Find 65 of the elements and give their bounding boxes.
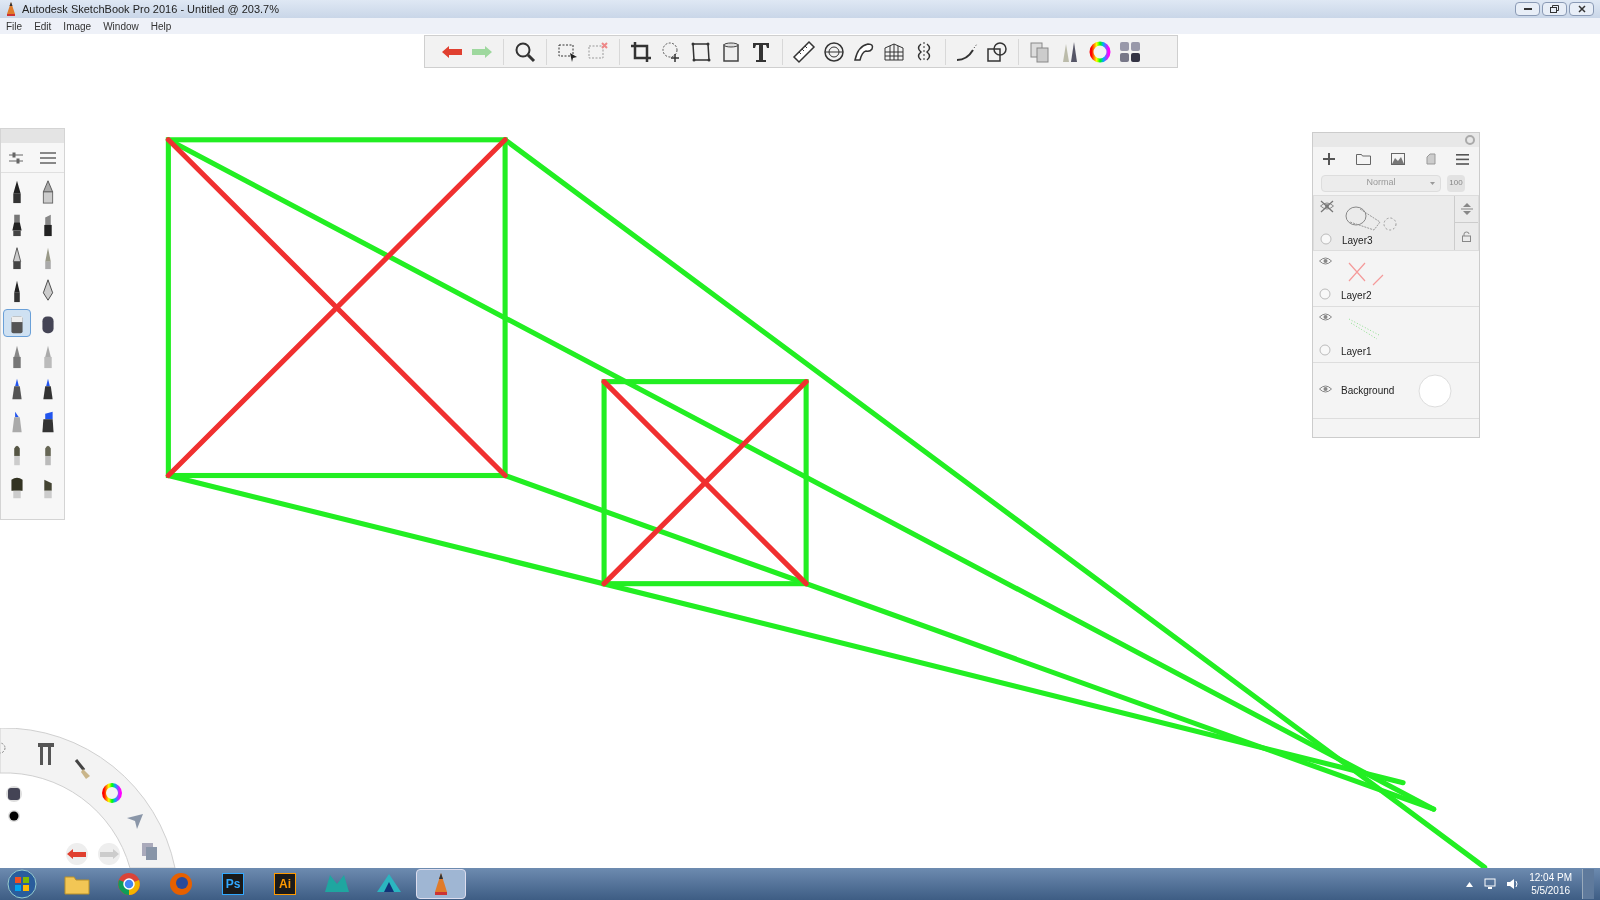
tray-arrow-icon[interactable] (1466, 881, 1474, 887)
brush-tool[interactable] (3, 309, 32, 337)
menu-item[interactable]: Image (63, 18, 92, 34)
grid-icon[interactable] (1118, 39, 1142, 64)
ruler-icon[interactable] (792, 39, 816, 64)
ellipse-guide-icon[interactable] (822, 39, 846, 64)
clock[interactable]: 12:04 PM 5/5/2016 (1529, 871, 1572, 897)
restore-icon (1550, 5, 1559, 13)
minimize-button[interactable] (1515, 2, 1540, 16)
radio-icon[interactable] (1320, 233, 1332, 245)
eye-icon[interactable] (1319, 257, 1332, 265)
network-icon[interactable] (1483, 877, 1498, 891)
layer-name: Layer1 (1341, 345, 1372, 359)
add-icon[interactable] (1323, 153, 1335, 165)
move-arrows-icon[interactable] (1460, 203, 1473, 215)
background-swatch[interactable] (1418, 374, 1452, 408)
shapes-icon[interactable] (985, 39, 1009, 64)
menu-item[interactable]: Help (150, 18, 172, 34)
layer-name: Background (1341, 384, 1395, 398)
layer-row[interactable]: Layer3 (1313, 195, 1479, 251)
taskbar-button[interactable] (416, 869, 466, 899)
radio-icon[interactable] (1319, 344, 1331, 356)
folder-icon[interactable] (1355, 153, 1371, 165)
pencil-icon (434, 872, 448, 896)
eye-icon[interactable] (1319, 313, 1332, 321)
close-icon (1577, 5, 1586, 13)
crop-icon[interactable] (629, 39, 653, 64)
menu-icon[interactable] (39, 151, 56, 164)
clock-date: 5/5/2016 (1531, 884, 1571, 897)
minimize-icon (1523, 7, 1532, 11)
taskbar-button[interactable]: Ai (260, 869, 310, 899)
app-logo-icon: Ps (222, 873, 244, 895)
pages-icon[interactable] (142, 843, 158, 861)
image-icon[interactable] (1391, 153, 1405, 165)
pencil-icon (6, 2, 16, 16)
color-wheel-icon[interactable] (1088, 39, 1112, 64)
menu-item[interactable]: Edit (34, 18, 52, 34)
chrome-icon (117, 872, 141, 896)
layer-name: Layer2 (1341, 289, 1372, 303)
radio-icon[interactable] (1319, 288, 1331, 300)
menu-icon[interactable] (1456, 153, 1469, 165)
close-button[interactable] (1569, 2, 1594, 16)
color-puck-icon[interactable] (5, 785, 23, 803)
color-wheel-icon[interactable] (101, 782, 123, 804)
restore-button[interactable] (1542, 2, 1567, 16)
start-button[interactable] (4, 869, 40, 899)
menu-item[interactable]: File (6, 18, 23, 34)
taskbar-button[interactable]: Ps (208, 869, 258, 899)
cursor-icon[interactable] (126, 812, 144, 830)
dropdown-arrow-icon (1430, 181, 1435, 185)
folder-icon (64, 873, 90, 895)
menu-item[interactable]: Window (103, 18, 139, 34)
window-title: Autodesk SketchBook Pro 2016 - Untitled @ 203.7% (22, 1, 279, 17)
app-logo-icon: Ai (274, 873, 296, 895)
speaker-icon[interactable] (1507, 878, 1520, 890)
lock-icon[interactable] (1462, 231, 1471, 242)
brush-color-dot[interactable] (7, 809, 21, 823)
firefox-icon (169, 872, 193, 896)
tools-icon[interactable] (38, 741, 54, 765)
eye-icon[interactable] (1319, 385, 1332, 393)
layer-name: Layer3 (1342, 234, 1373, 248)
hidden-eye-icon[interactable] (1320, 200, 1334, 213)
clock-time: 12:04 PM (1529, 871, 1572, 884)
undo-icon[interactable] (64, 843, 90, 865)
sliders-icon[interactable] (9, 151, 24, 164)
